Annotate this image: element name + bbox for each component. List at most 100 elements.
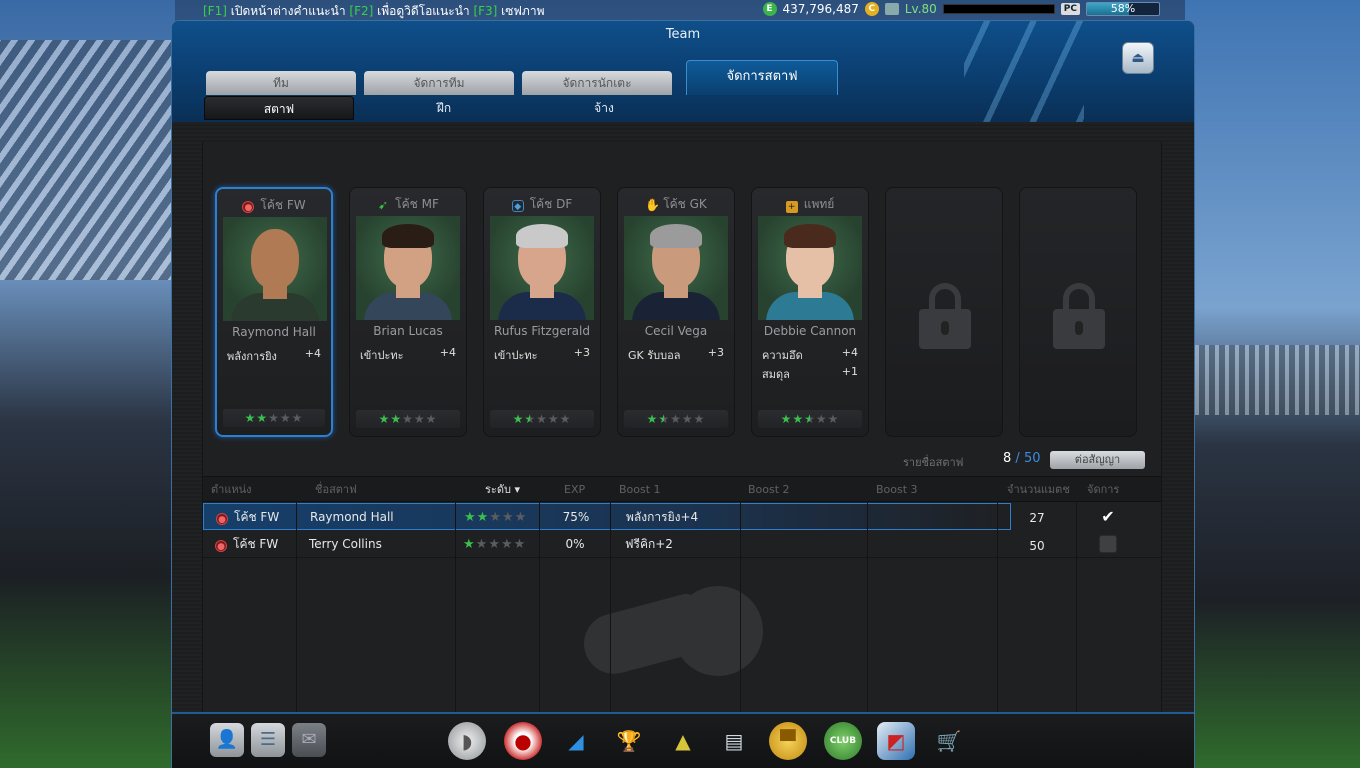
staff-star-rating: ★★★★★ bbox=[758, 410, 862, 428]
manage-checkbox[interactable] bbox=[1083, 531, 1133, 558]
ranking-menu-button[interactable]: ▲ bbox=[664, 722, 702, 760]
staff-role: ✋ โค้ช GK bbox=[618, 195, 734, 214]
stat-value: +4 bbox=[439, 346, 456, 359]
staff-role: + แพทย์ bbox=[752, 195, 868, 214]
ep-coin-icon: E bbox=[762, 2, 777, 16]
ball-icon: ● bbox=[215, 540, 227, 552]
stat-label: GK รับบอล bbox=[628, 349, 681, 362]
glove-icon: ✋ bbox=[645, 198, 661, 212]
row-name: Raymond Hall bbox=[310, 510, 394, 524]
staff-portrait bbox=[356, 216, 460, 320]
whistle-menu-button[interactable]: ◗ bbox=[448, 722, 486, 760]
staff-card[interactable]: + แพทย์ Debbie Cannon ความอึด +4 สมดุล +1… bbox=[751, 187, 869, 437]
chat-icon: ☰ bbox=[259, 729, 277, 750]
eject-button[interactable]: ⏏ bbox=[1122, 42, 1154, 74]
staff-star-rating: ★★★★★ bbox=[624, 410, 728, 428]
staff-role: ● โค้ช FW bbox=[217, 196, 331, 215]
trophy-menu-button[interactable]: 🏆 bbox=[610, 722, 648, 760]
staff-name: Rufus Fitzgerald bbox=[494, 324, 590, 338]
column-header: ชื่อสตาฟ bbox=[315, 483, 357, 496]
progress-bar: 58% bbox=[1086, 2, 1160, 16]
subtab-staff[interactable]: สตาฟ bbox=[204, 96, 354, 120]
tab-manage-team[interactable]: จัดการทีม bbox=[364, 71, 514, 95]
team-window: Team ⏏ ทีม จัดการทีม จัดการนักเตะ จัดการ… bbox=[171, 20, 1195, 768]
staff-card[interactable]: ➹ โค้ช MF Brian Lucas เข้าปะทะ +4 ★★★★★ bbox=[349, 187, 467, 437]
row-boost1: ฟรีคิก+2 bbox=[625, 537, 673, 551]
managed-check-icon[interactable]: ✔ bbox=[1083, 503, 1133, 530]
main-tabs: ทีม จัดการทีม จัดการนักเตะ จัดการสตาฟ bbox=[206, 60, 838, 95]
chat-button[interactable]: ☰ bbox=[251, 723, 285, 757]
hint-f3-text: เซฟภาพ bbox=[497, 4, 545, 18]
ball-menu-button[interactable]: ● bbox=[504, 722, 542, 760]
row-position: ● โค้ช FW bbox=[216, 504, 279, 531]
card-menu-button[interactable]: ◩ bbox=[877, 722, 915, 760]
stat-value: +4 bbox=[304, 347, 321, 360]
notepad-menu-button[interactable]: ▤ bbox=[715, 722, 753, 760]
staff-list-label: รายชื่อสตาฟ bbox=[903, 456, 964, 469]
staff-portrait bbox=[758, 216, 862, 320]
tab-manage-staff[interactable]: จัดการสตาฟ bbox=[686, 60, 838, 95]
sub-tabs: สตาฟ ฝึก จ้าง bbox=[204, 96, 684, 120]
staff-role: ◆ โค้ช DF bbox=[484, 195, 600, 214]
staff-card[interactable]: ◆ โค้ช DF Rufus Fitzgerald เข้าปะทะ +3 ★★… bbox=[483, 187, 601, 437]
staff-star-rating: ★★★★★ bbox=[356, 410, 460, 428]
cash-coin-icon: C bbox=[864, 2, 879, 16]
boots-menu-button[interactable]: ◢ bbox=[557, 722, 595, 760]
stat-value: +3 bbox=[573, 346, 590, 359]
shirt-menu-button[interactable]: ▀ bbox=[769, 722, 807, 760]
row-star-rating: ★★★★★ bbox=[464, 510, 528, 525]
staff-role-label: โค้ช GK bbox=[663, 197, 707, 211]
mail-icon: ✉ bbox=[301, 729, 317, 750]
column-header: EXP bbox=[564, 483, 586, 496]
staff-stat: ความอึด +4 bbox=[762, 346, 858, 364]
ranking-icon: ▲ bbox=[675, 729, 691, 753]
staff-count: 8 / 50 bbox=[1003, 451, 1040, 466]
subtab-train[interactable]: ฝึก bbox=[364, 96, 524, 120]
row-exp: 0% bbox=[565, 537, 585, 551]
staff-role-label: โค้ช FW bbox=[260, 198, 306, 212]
column-header[interactable]: ระดับ ▾ bbox=[485, 477, 520, 503]
shop-menu-button[interactable]: 🛒 bbox=[930, 722, 968, 760]
row-exp: 75% bbox=[562, 510, 590, 524]
staff-name: Cecil Vega bbox=[644, 324, 708, 338]
subtab-hire[interactable]: จ้าง bbox=[524, 96, 684, 120]
column-header: จำนวนแมตช bbox=[1007, 483, 1070, 496]
staff-stat: สมดุล +1 bbox=[762, 365, 858, 383]
column-header: จัดการ bbox=[1087, 483, 1120, 496]
staff-name: Debbie Cannon bbox=[763, 324, 857, 338]
staff-stat: พลังการยิง +4 bbox=[227, 347, 321, 365]
table-row[interactable]: ● โค้ช FW Raymond Hall ★★★★★ 75% พลังการย… bbox=[203, 503, 1011, 530]
club-menu-button[interactable]: CLUB bbox=[824, 722, 862, 760]
ep-balance: 437,796,487 bbox=[782, 2, 859, 16]
staff-stat: เข้าปะทะ +3 bbox=[494, 346, 590, 364]
profile-button[interactable]: 👤 bbox=[210, 723, 244, 757]
pc-badge: PC bbox=[1060, 3, 1080, 15]
ball-icon: ● bbox=[216, 513, 228, 525]
level-icon bbox=[884, 3, 899, 15]
staff-card[interactable]: ● โค้ช FW Raymond Hall พลังการยิง +4 ★★★★… bbox=[215, 187, 333, 437]
staff-card[interactable]: ✋ โค้ช GK Cecil Vega GK รับบอล +3 ★★★★★ bbox=[617, 187, 735, 437]
tab-manage-players[interactable]: จัดการนักเตะ bbox=[522, 71, 672, 95]
card-icon: ◩ bbox=[886, 729, 906, 753]
hint-f1-text: เปิดหน้าต่างคำแนะนำ bbox=[226, 4, 350, 18]
mail-button[interactable]: ✉ bbox=[292, 723, 326, 757]
staff-stat: GK รับบอล +3 bbox=[628, 346, 724, 364]
tab-team[interactable]: ทีม bbox=[206, 71, 356, 95]
stadium-background-left bbox=[0, 0, 175, 768]
stat-label: ความอึด bbox=[762, 349, 803, 362]
stat-label: สมดุล bbox=[762, 368, 790, 381]
staff-name: Brian Lucas bbox=[373, 324, 443, 338]
row-matches: 27 bbox=[1029, 511, 1045, 525]
stat-value: +3 bbox=[707, 346, 724, 359]
staff-stat: เข้าปะทะ +4 bbox=[360, 346, 456, 364]
hint-f1-key: [F1] bbox=[203, 4, 227, 18]
staff-portrait bbox=[490, 216, 594, 320]
renew-contract-button[interactable]: ต่อสัญญา bbox=[1050, 451, 1145, 469]
eject-icon: ⏏ bbox=[1131, 50, 1145, 66]
shop-cart-icon: 🛒 bbox=[936, 729, 962, 753]
row-name: Terry Collins bbox=[309, 537, 382, 551]
medkit-icon: + bbox=[785, 201, 798, 213]
table-header: ตำแหน่ง ชื่อสตาฟ ระดับ ▾ EXP Boost 1 Boost 2 B… bbox=[203, 476, 1161, 502]
column-header: ตำแหน่ง bbox=[211, 483, 252, 496]
hotkey-hint: [F1] เปิดหน้าต่างคำแนะนำ [F2] เพื่อดูวิด… bbox=[203, 2, 544, 21]
